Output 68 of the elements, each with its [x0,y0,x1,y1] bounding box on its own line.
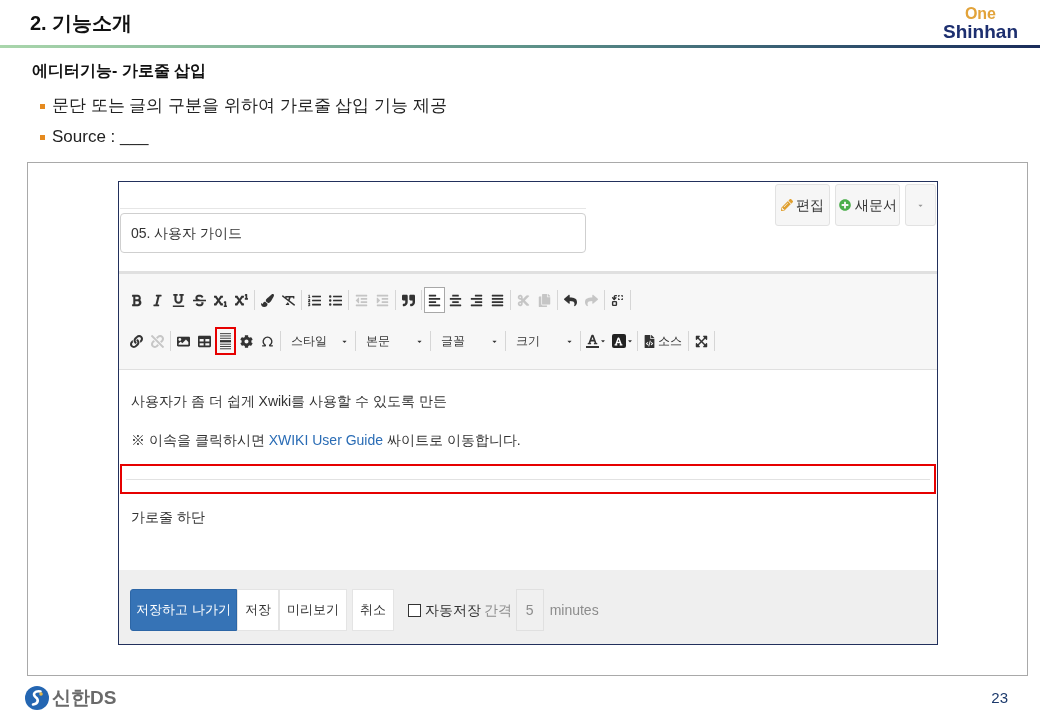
outdent-icon [355,293,368,307]
pencil-icon [781,199,793,211]
slide-title: 2. 기능소개 [30,12,133,33]
replace-icon [611,293,624,307]
justify-icon [491,293,504,307]
omega-icon [261,334,274,348]
quote-icon [402,293,415,307]
bullet-icon [40,103,45,109]
logo-small-text: One [964,6,996,22]
undo-icon [564,293,577,307]
copy-icon [538,293,551,307]
code-file-icon [644,334,655,348]
expand-icon [695,334,708,348]
subscript-icon [214,293,227,307]
horizontal-line-button[interactable] [215,327,236,355]
scissors-icon [517,293,530,307]
unlink-icon [151,334,164,348]
numbered-list-icon [308,293,321,307]
superscript-icon [235,293,248,307]
save-and-exit-button[interactable]: 저장하고 나가기 [130,589,237,631]
background-color-icon [611,334,626,348]
interval-unit: minutes [549,600,599,620]
align-left-icon [428,293,441,307]
action-button[interactable]: 미리보기 [278,589,347,631]
indent-icon [376,293,389,307]
interval-label: 간격 [483,600,512,620]
gear-icon [240,334,253,348]
horizontal-line-icon [220,332,231,350]
clear-format-icon [282,293,295,307]
footer-logo-text: 신한DS [52,685,117,710]
dropdown-button[interactable]: 크기 [508,328,578,354]
logo-large-text: Shinhan [943,22,1018,41]
source-button[interactable]: 소스 [640,328,686,354]
font-color-icon [586,334,599,348]
editor-paragraph: 사용자가 좀 더 쉽게 Xwiki를 사용할 수 있도록 만든 [130,392,448,411]
autosave-label: 자동저장 [424,600,481,620]
table-icon [198,334,211,348]
redo-icon [585,293,598,307]
bold-icon [130,293,143,307]
bullet-icon [40,134,45,140]
image-icon [177,334,190,348]
align-right-icon [470,293,483,307]
dropdown-button[interactable]: 글꼴 [433,328,503,354]
section-heading: 에디터기능- 가로줄 삽입 [32,61,207,81]
action-button[interactable]: 취소 [351,589,394,631]
caret-icon [600,338,606,344]
action-button[interactable]: 저장 [236,589,279,631]
editor-paragraph: 가로줄 하단 [130,508,206,527]
underline-icon [172,293,185,307]
swirl-logo-icon [25,686,49,710]
strikethrough-icon [193,293,206,307]
bullet-text: 문단 또는 글의 구분을 위하여 가로줄 삽입 기능 제공 [52,95,447,118]
edit-button[interactable]: 편집 [775,184,830,226]
dropdown-button[interactable]: 본문 [358,328,428,354]
editor-paragraph: ※ 이속을 클릭하시면 XWIKI User Guide 싸이트로 이동합니다. [130,431,522,450]
align-left-button[interactable] [424,287,445,313]
page-number: 23 [991,687,1008,708]
caret-icon [626,338,633,344]
italic-icon [151,293,164,307]
paintbrush-icon [261,293,274,307]
link-icon [130,334,143,348]
guide-link[interactable]: XWIKI User Guide [268,432,384,448]
dropdown-button[interactable]: 스타일 [283,328,353,354]
align-center-icon [449,293,462,307]
bullet-list-icon [329,293,342,307]
title-field[interactable]: 05. 사용자 가이드 [120,213,586,253]
bullet-text: Source : ___ [52,126,149,149]
new-document-button[interactable]: 새문서 [835,184,900,226]
